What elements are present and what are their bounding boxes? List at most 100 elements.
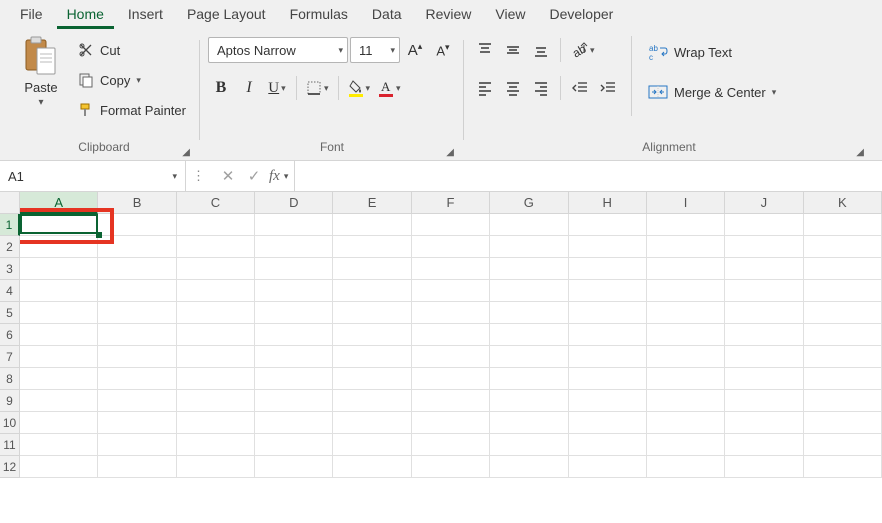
cell[interactable] xyxy=(725,214,803,236)
fx-icon[interactable]: fx xyxy=(269,168,280,185)
cell[interactable] xyxy=(725,412,803,434)
cell[interactable] xyxy=(20,324,98,346)
cell[interactable] xyxy=(725,302,803,324)
name-box-grip[interactable]: ⋮ xyxy=(186,168,211,184)
cell[interactable] xyxy=(804,236,882,258)
cell[interactable] xyxy=(412,280,490,302)
enter-formula-button[interactable]: ✓ xyxy=(243,167,265,185)
cell[interactable] xyxy=(177,258,255,280)
cell[interactable] xyxy=(333,236,411,258)
cell[interactable] xyxy=(569,324,647,346)
cell[interactable] xyxy=(412,412,490,434)
column-header[interactable]: J xyxy=(725,192,803,214)
cell[interactable] xyxy=(725,390,803,412)
cell[interactable] xyxy=(490,280,568,302)
cell[interactable] xyxy=(255,236,333,258)
cell[interactable] xyxy=(177,214,255,236)
cell[interactable] xyxy=(569,258,647,280)
cell[interactable] xyxy=(725,258,803,280)
cell[interactable] xyxy=(569,280,647,302)
cell[interactable] xyxy=(98,280,176,302)
column-header[interactable]: K xyxy=(804,192,882,214)
cell[interactable] xyxy=(647,434,725,456)
copy-button[interactable]: Copy ▾ xyxy=(72,66,192,94)
font-color-button[interactable]: A ▾ xyxy=(375,74,404,102)
cell[interactable] xyxy=(177,346,255,368)
cell[interactable] xyxy=(804,324,882,346)
cell[interactable] xyxy=(98,302,176,324)
cell[interactable] xyxy=(804,412,882,434)
cell[interactable] xyxy=(490,258,568,280)
cell[interactable] xyxy=(412,368,490,390)
format-painter-button[interactable]: Format Painter xyxy=(72,96,192,124)
cell[interactable] xyxy=(333,302,411,324)
cell[interactable] xyxy=(569,302,647,324)
row-header[interactable]: 6 xyxy=(0,324,20,346)
font-dialog-launcher[interactable]: ◢ xyxy=(446,147,454,158)
align-center-button[interactable] xyxy=(500,74,526,102)
font-name-combo[interactable]: Aptos Narrow ▾ xyxy=(208,37,348,63)
cell[interactable] xyxy=(569,214,647,236)
cell[interactable] xyxy=(255,302,333,324)
cell[interactable] xyxy=(177,456,255,478)
cell[interactable] xyxy=(255,346,333,368)
align-top-button[interactable] xyxy=(472,36,498,64)
cell[interactable] xyxy=(804,368,882,390)
merge-center-button[interactable]: Merge & Center ▾ xyxy=(642,76,782,108)
cell[interactable] xyxy=(412,258,490,280)
cell[interactable] xyxy=(20,280,98,302)
cell[interactable] xyxy=(177,280,255,302)
cut-button[interactable]: Cut xyxy=(72,36,192,64)
column-header[interactable]: I xyxy=(647,192,725,214)
fill-color-button[interactable]: ▾ xyxy=(345,74,374,102)
cell[interactable] xyxy=(177,368,255,390)
cell[interactable] xyxy=(20,346,98,368)
orientation-button[interactable]: ab ▾ xyxy=(567,36,598,64)
cell[interactable] xyxy=(98,324,176,346)
cell[interactable] xyxy=(98,368,176,390)
cell[interactable] xyxy=(412,302,490,324)
column-header[interactable]: B xyxy=(98,192,176,214)
row-header[interactable]: 10 xyxy=(0,412,20,434)
column-header[interactable]: D xyxy=(255,192,333,214)
chevron-down-icon[interactable]: ▾ xyxy=(38,97,43,108)
cell[interactable] xyxy=(804,390,882,412)
cell[interactable] xyxy=(569,456,647,478)
select-all-corner[interactable] xyxy=(0,192,20,214)
cell[interactable] xyxy=(333,324,411,346)
cell[interactable] xyxy=(412,390,490,412)
cell[interactable] xyxy=(647,346,725,368)
align-left-button[interactable] xyxy=(472,74,498,102)
cell[interactable] xyxy=(255,456,333,478)
column-header[interactable]: A xyxy=(20,192,98,214)
cell[interactable] xyxy=(333,434,411,456)
cell[interactable] xyxy=(725,456,803,478)
cell[interactable] xyxy=(490,434,568,456)
name-box[interactable]: A1 ▾ xyxy=(0,161,186,191)
cell[interactable] xyxy=(647,258,725,280)
cell[interactable] xyxy=(255,280,333,302)
cell[interactable] xyxy=(333,214,411,236)
chevron-down-icon[interactable]: ▾ xyxy=(284,171,289,182)
cell[interactable] xyxy=(569,434,647,456)
row-header[interactable]: 2 xyxy=(0,236,20,258)
cell[interactable] xyxy=(333,456,411,478)
increase-font-size-button[interactable]: A▴ xyxy=(402,36,428,64)
cell[interactable] xyxy=(98,214,176,236)
cell[interactable] xyxy=(98,434,176,456)
cell[interactable] xyxy=(177,390,255,412)
cell[interactable] xyxy=(725,280,803,302)
cell[interactable] xyxy=(177,324,255,346)
row-header[interactable]: 1 xyxy=(0,214,20,236)
cell[interactable] xyxy=(255,214,333,236)
cell[interactable] xyxy=(490,456,568,478)
tab-data[interactable]: Data xyxy=(362,2,412,29)
underline-button[interactable]: U▾ xyxy=(264,74,290,102)
cell[interactable] xyxy=(725,236,803,258)
paste-button[interactable] xyxy=(23,36,59,80)
tab-home[interactable]: Home xyxy=(57,2,114,29)
decrease-font-size-button[interactable]: A▾ xyxy=(430,36,456,64)
cell[interactable] xyxy=(98,412,176,434)
cell[interactable] xyxy=(647,368,725,390)
cell[interactable] xyxy=(804,302,882,324)
